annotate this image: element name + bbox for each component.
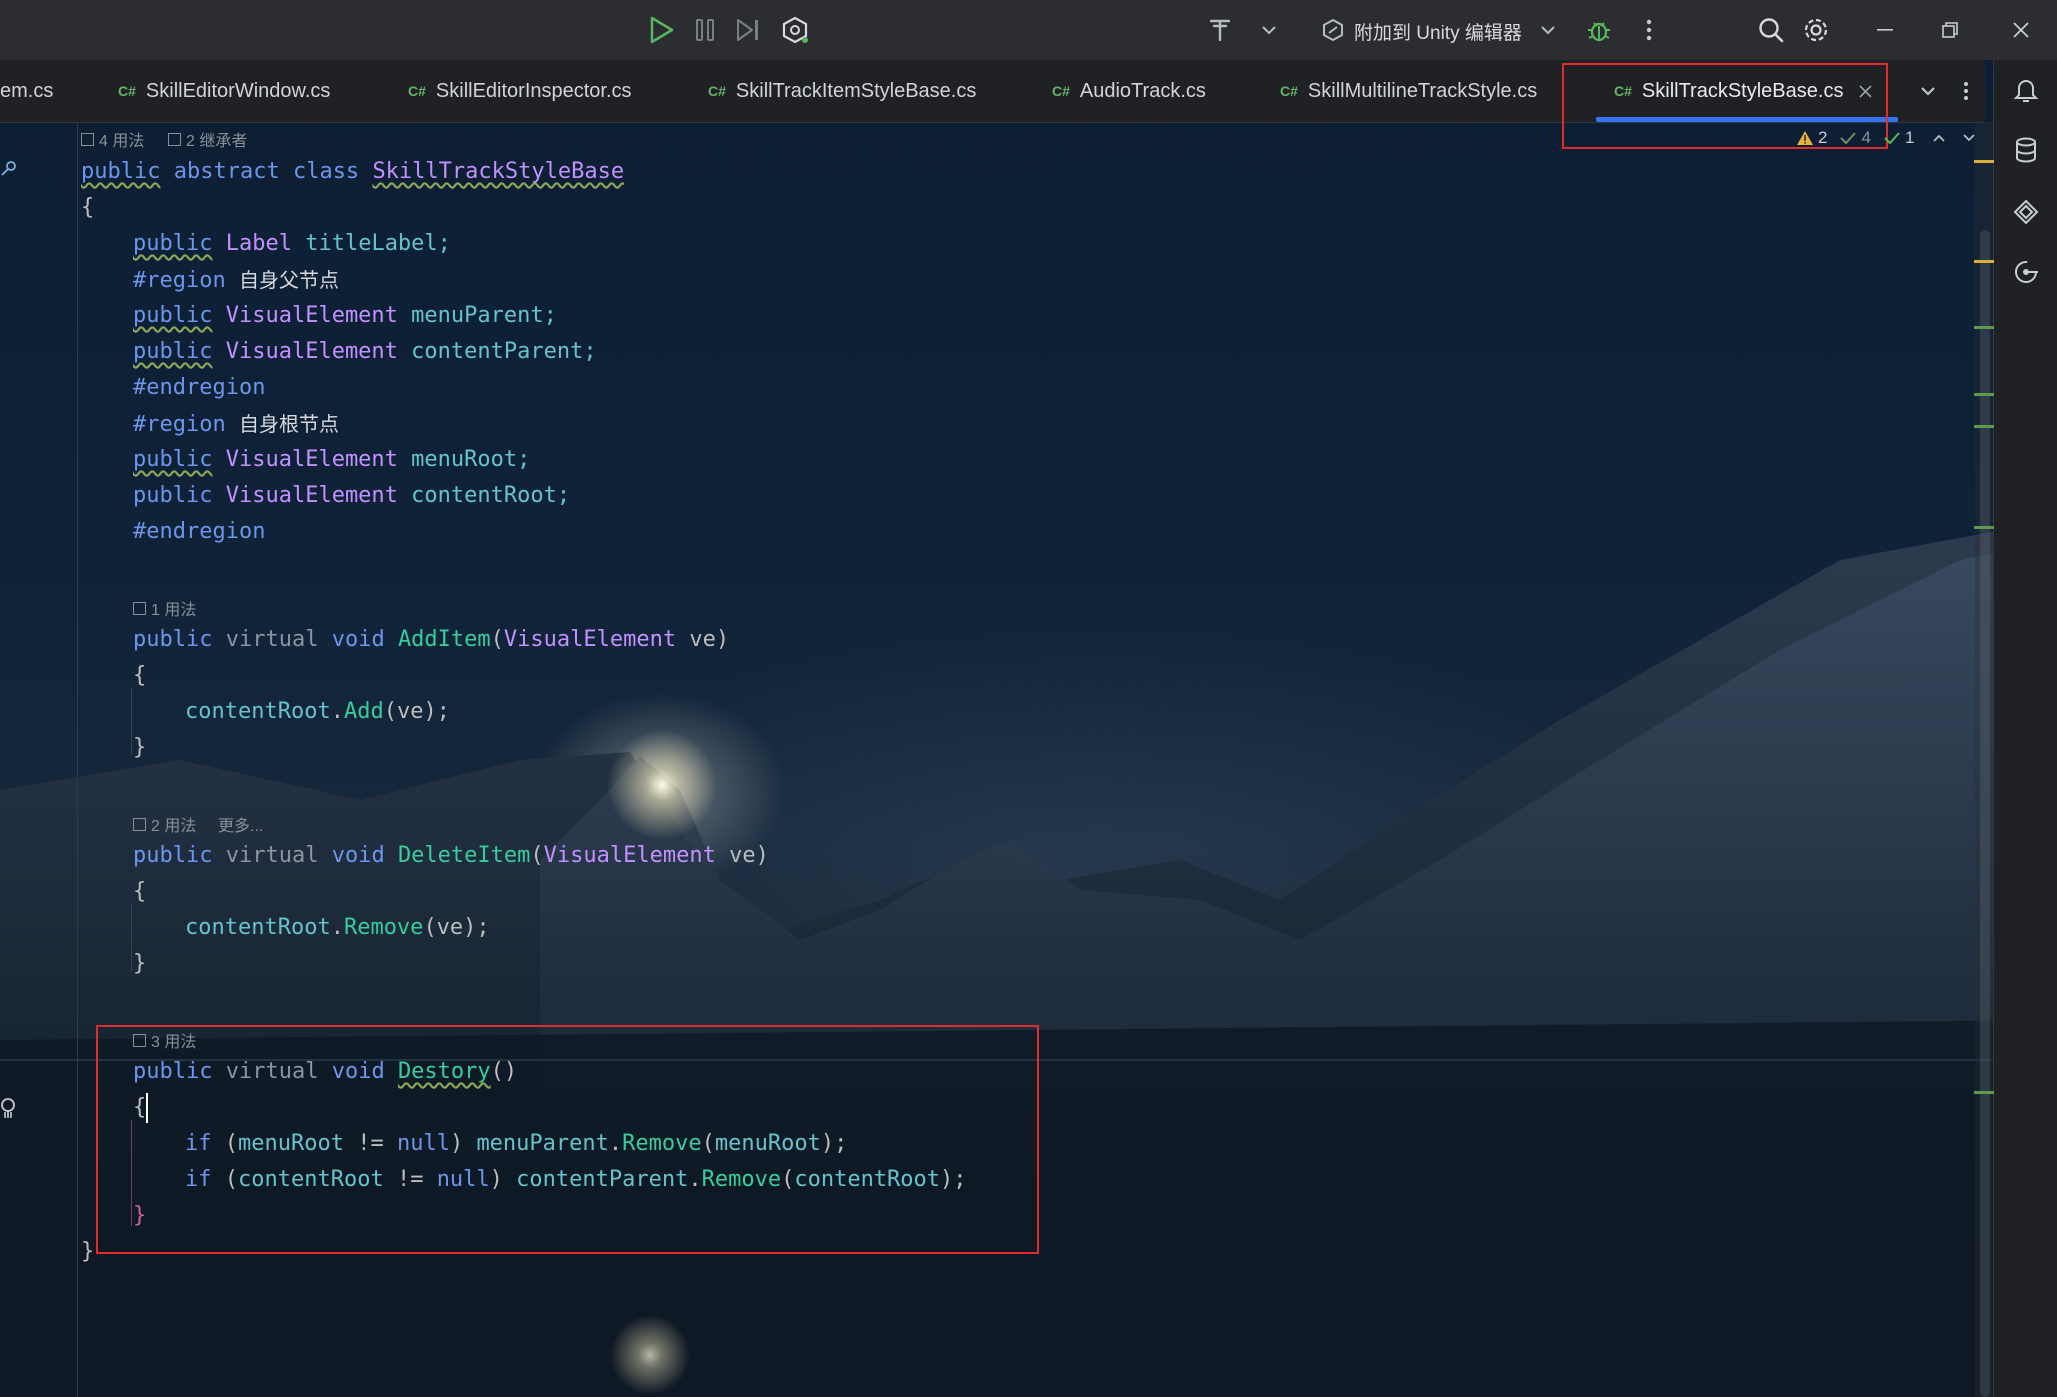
tab-label: SkillTrackItemStyleBase.cs — [735, 79, 977, 102]
warning-count: 2 — [1818, 128, 1828, 147]
code-line: { — [133, 879, 147, 904]
usages-hint-icon — [81, 132, 94, 146]
code-line: } — [133, 735, 147, 760]
debug-icon[interactable] — [1582, 14, 1616, 46]
code-line: public virtual void DeleteItem(VisualEle… — [133, 843, 769, 868]
code-line: public VisualElement contentParent; — [133, 339, 597, 364]
code-line: public Label titleLabel; — [133, 231, 451, 256]
unit-test-icon[interactable] — [2008, 254, 2044, 290]
class-inheritors-hint[interactable]: 2 继承者 — [168, 127, 247, 151]
code-line: #endregion — [133, 375, 266, 400]
inspection-widget[interactable]: 2 4 1 — [1796, 128, 1976, 148]
change-marker[interactable] — [1974, 526, 1994, 529]
unity-explorer-icon[interactable] — [2008, 194, 2044, 230]
deleteitem-more-hint[interactable]: 更多... — [218, 812, 263, 836]
warning-marker[interactable] — [1974, 260, 1994, 263]
weak-warning-check-icon — [1840, 132, 1857, 145]
class-usages-hint[interactable]: 4 用法 — [81, 127, 144, 151]
minimize-icon[interactable] — [1868, 14, 1902, 46]
destory-method-highlight-box — [96, 1025, 1039, 1254]
csharp-file-icon: C# — [408, 83, 426, 99]
usages-hint-icon — [133, 601, 146, 615]
hint-text: 1 用法 — [151, 602, 197, 619]
search-icon[interactable] — [1754, 14, 1788, 46]
tab-label: AudioTrack.cs — [1079, 79, 1206, 102]
inheritors-gutter-icon[interactable] — [0, 160, 18, 183]
indent-guide — [131, 904, 132, 972]
run-icon[interactable] — [645, 14, 677, 46]
editor-gutter-divider — [77, 122, 78, 1397]
change-marker[interactable] — [1974, 1091, 1994, 1094]
code-line: public VisualElement menuRoot; — [133, 447, 531, 472]
code-line: public virtual void AddItem(VisualElemen… — [133, 627, 730, 652]
hint-text: 2 用法 — [151, 818, 197, 835]
code-line: { — [81, 195, 95, 220]
check-icon — [1884, 132, 1900, 145]
hint-text: 4 用法 — [99, 133, 145, 150]
pause-icon[interactable] — [690, 14, 720, 46]
tab-list-chevron-icon[interactable] — [1915, 75, 1941, 107]
editor-scrollbar-thumb[interactable] — [1980, 230, 1990, 1397]
right-tool-strip — [1993, 60, 2057, 1397]
close-icon[interactable] — [2004, 14, 2038, 46]
code-line: #region 自身父节点 — [133, 268, 339, 293]
tab-more-icon[interactable] — [1954, 75, 1978, 107]
tab-label: SkillMultilineTrackStyle.cs — [1307, 79, 1538, 102]
tab-audio-track[interactable]: C# AudioTrack.cs — [1052, 60, 1206, 122]
indent-guide — [131, 688, 132, 756]
attach-to-unity-label[interactable]: 附加到 Unity 编辑器 — [1354, 18, 1522, 45]
warning-marker[interactable] — [1974, 160, 1994, 163]
csharp-file-icon: C# — [708, 83, 726, 99]
more-icon[interactable] — [1637, 14, 1661, 46]
unity-event-gutter-icon[interactable] — [0, 1096, 16, 1125]
deleteitem-usages-hint[interactable]: 2 用法 — [133, 812, 196, 836]
code-line: public VisualElement menuParent; — [133, 303, 557, 328]
build-icon[interactable] — [1204, 14, 1236, 46]
code-line: } — [81, 1239, 95, 1264]
tab-skill-multiline-track-style[interactable]: C# SkillMultilineTrackStyle.cs — [1280, 60, 1537, 122]
change-marker[interactable] — [1974, 425, 1994, 428]
code-line: contentRoot.Add(ve); — [185, 699, 450, 724]
gear-icon[interactable] — [1799, 14, 1833, 46]
tab-skill-editor-window[interactable]: C# SkillEditorWindow.cs — [118, 60, 330, 122]
code-line: contentRoot.Remove(ve); — [185, 915, 490, 940]
change-marker[interactable] — [1974, 326, 1994, 329]
usages-hint-icon — [133, 817, 146, 831]
code-line: public abstract class SkillTrackStyleBas… — [81, 159, 625, 184]
change-marker[interactable] — [1974, 393, 1994, 396]
tab-label: SkillEditorInspector.cs — [435, 79, 632, 102]
tab-skill-track-item-style-base[interactable]: C# SkillTrackItemStyleBase.cs — [708, 60, 976, 122]
warning-icon — [1797, 131, 1813, 145]
next-issue-icon[interactable] — [1962, 133, 1976, 143]
weak-warning-count: 4 — [1861, 128, 1871, 147]
csharp-file-icon: C# — [1052, 83, 1070, 99]
code-line: #region 自身根节点 — [133, 412, 339, 437]
csharp-file-icon: C# — [1280, 83, 1298, 99]
restore-icon[interactable] — [1933, 14, 1967, 46]
unity-icon[interactable] — [778, 14, 812, 46]
hint-text: 2 继承者 — [186, 133, 248, 150]
database-icon[interactable] — [2008, 132, 2044, 168]
attach-chevron-down-icon[interactable] — [1538, 14, 1558, 46]
attach-icon[interactable] — [1318, 14, 1348, 46]
ok-count: 1 — [1904, 128, 1915, 147]
main-toolbar: 附加到 Unity 编辑器 — [0, 0, 2057, 60]
previous-issue-icon[interactable] — [1932, 133, 1946, 143]
step-icon[interactable] — [733, 14, 763, 46]
tab-label: em.cs — [0, 79, 54, 102]
code-line: public VisualElement contentRoot; — [133, 483, 571, 508]
tab-label: SkillEditorWindow.cs — [145, 79, 331, 102]
inheritors-hint-icon — [168, 132, 181, 146]
hint-text: 更多... — [218, 818, 264, 835]
additem-usages-hint[interactable]: 1 用法 — [133, 596, 196, 620]
chevron-down-icon[interactable] — [1258, 14, 1280, 46]
tab-skill-editor-system[interactable]: em.cs — [0, 60, 53, 122]
tab-skill-editor-inspector[interactable]: C# SkillEditorInspector.cs — [408, 60, 632, 122]
code-line: } — [133, 951, 147, 976]
code-line: { — [133, 663, 147, 688]
code-line: #endregion — [133, 519, 266, 544]
notifications-icon[interactable] — [2008, 72, 2044, 108]
csharp-file-icon: C# — [118, 83, 136, 99]
